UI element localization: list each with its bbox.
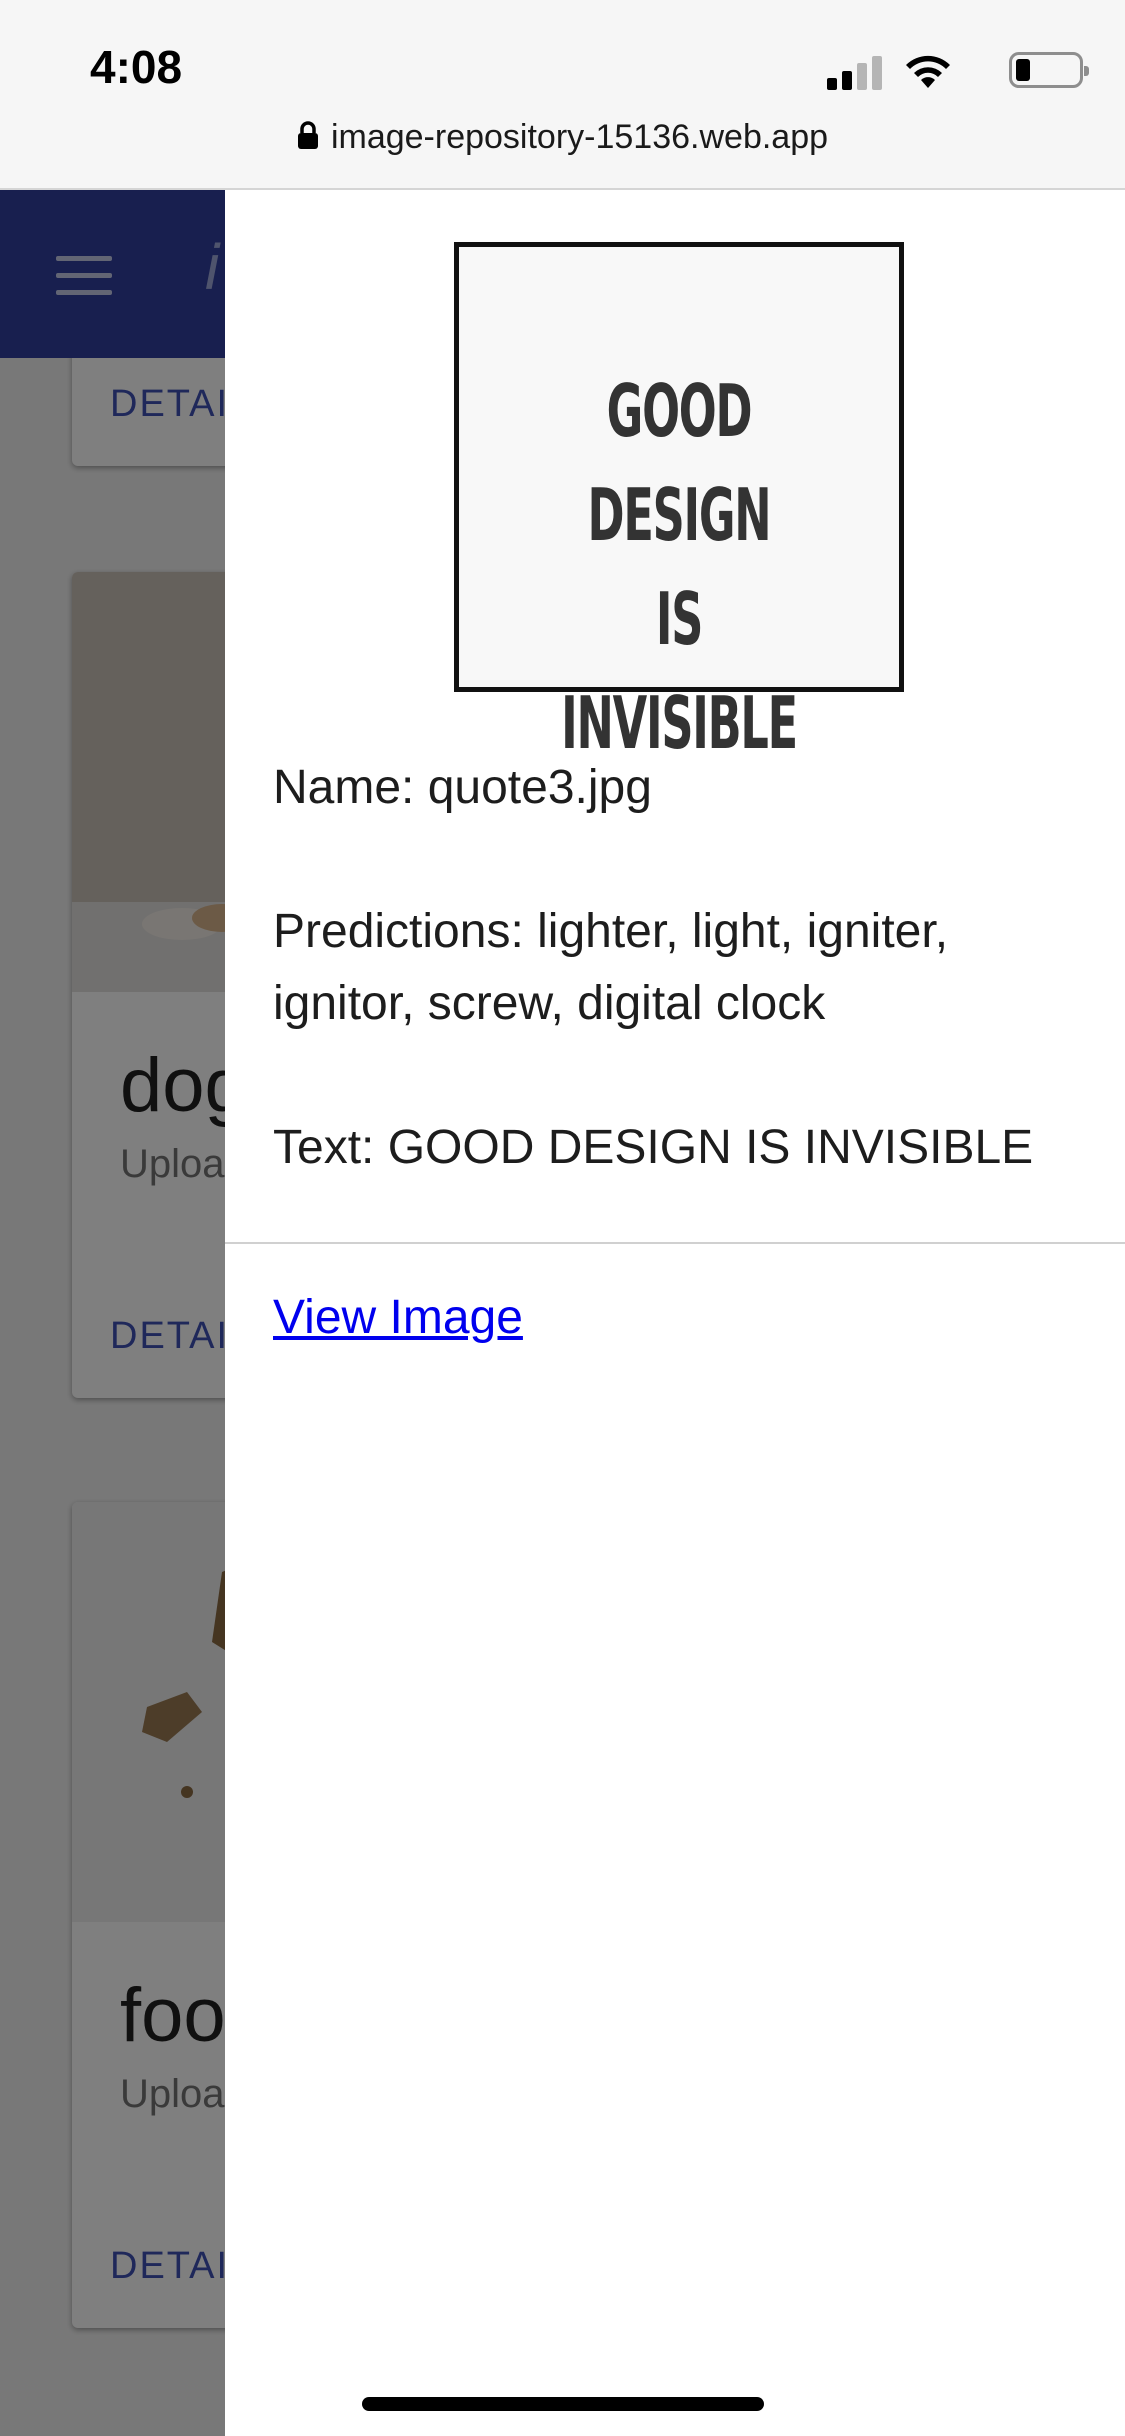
cellular-signal-icon (827, 54, 883, 90)
status-time: 4:08 (90, 41, 183, 93)
image-preview-text: GOOD DESIGN IS INVISIBLE (561, 369, 798, 765)
battery-icon (1009, 52, 1089, 88)
image-name: Name: quote3.jpg (273, 761, 652, 814)
status-bar: 4:08 image-repository-15136.web.app (0, 0, 1125, 190)
image-predictions: Predictions: lighter, light, igniter, ig… (273, 905, 949, 1030)
status-icons (823, 50, 1089, 90)
url-text: image-repository-15136.web.app (330, 118, 829, 156)
lock-icon (297, 121, 318, 149)
home-indicator[interactable] (362, 2397, 764, 2411)
address-bar[interactable]: image-repository-15136.web.app (0, 118, 1125, 157)
view-image-link[interactable]: View Image (273, 1290, 523, 1345)
wifi-icon (906, 55, 950, 88)
details-drawer: GOOD DESIGN IS INVISIBLE Name: quote3.jp… (225, 190, 1125, 2436)
divider (225, 1242, 1125, 1244)
image-preview: GOOD DESIGN IS INVISIBLE (454, 242, 904, 765)
image-text: Text: GOOD DESIGN IS INVISIBLE (273, 1121, 1034, 1174)
